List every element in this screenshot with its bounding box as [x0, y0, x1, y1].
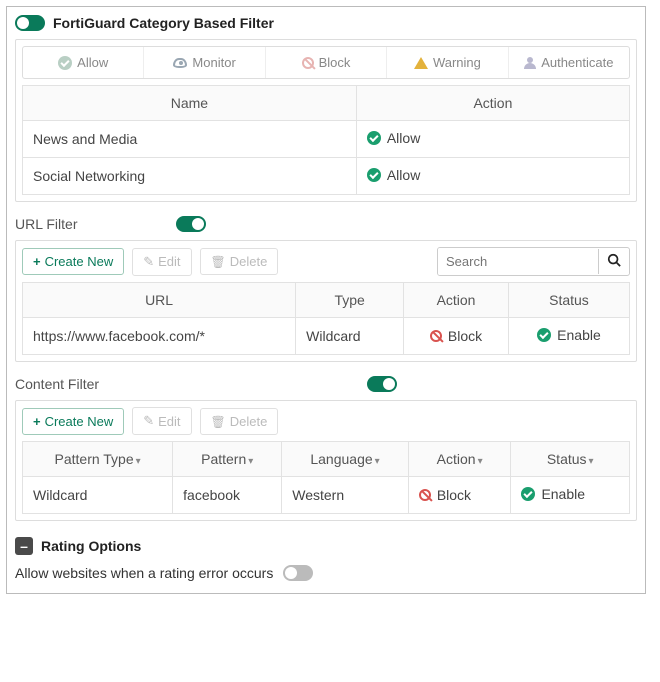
- url-filter-title: URL Filter: [15, 216, 78, 232]
- fortiguard-title: FortiGuard Category Based Filter: [53, 15, 274, 31]
- plus-icon: +: [33, 414, 41, 429]
- col-action: Action: [404, 283, 509, 318]
- action-warning-button[interactable]: Warning: [387, 47, 508, 78]
- url-filter-table: URL Type Action Status https://www.faceb…: [22, 282, 630, 355]
- col-pattern-type[interactable]: Pattern Type: [23, 442, 173, 477]
- content-filter-box: + Create New Edit Delete Pattern Type Pa…: [15, 400, 637, 521]
- url-filter-toggle[interactable]: [176, 216, 206, 232]
- delete-button[interactable]: Delete: [200, 408, 279, 435]
- trash-icon: [211, 254, 226, 269]
- table-row[interactable]: News and Media Allow: [23, 121, 630, 158]
- col-type: Type: [296, 283, 404, 318]
- content-filter-header: Content Filter: [15, 376, 637, 392]
- sort-icon: [134, 451, 141, 467]
- search-icon: [607, 253, 621, 267]
- col-action[interactable]: Action: [408, 442, 511, 477]
- content-filter-title: Content Filter: [15, 376, 99, 392]
- fortiguard-table: Name Action News and Media Allow Social …: [22, 85, 630, 195]
- sort-icon: [246, 451, 253, 467]
- sort-icon: [373, 451, 380, 467]
- col-url: URL: [23, 283, 296, 318]
- plus-icon: +: [33, 254, 41, 269]
- search-button[interactable]: [598, 249, 629, 274]
- trash-icon: [211, 414, 226, 429]
- block-icon: [302, 57, 314, 69]
- search-input[interactable]: [438, 248, 598, 275]
- fortiguard-header: FortiGuard Category Based Filter: [15, 15, 637, 31]
- block-icon: [419, 489, 431, 501]
- pencil-icon: [143, 254, 154, 270]
- col-status: Status: [508, 283, 629, 318]
- col-action: Action: [356, 86, 629, 121]
- action-block-button[interactable]: Block: [266, 47, 387, 78]
- pencil-icon: [143, 413, 154, 429]
- edit-button[interactable]: Edit: [132, 407, 191, 435]
- delete-button[interactable]: Delete: [200, 248, 279, 275]
- fortiguard-action-bar: Allow Monitor Block Warning Authenticate: [22, 46, 630, 79]
- action-monitor-button[interactable]: Monitor: [144, 47, 265, 78]
- rating-options-header: – Rating Options: [15, 537, 637, 555]
- table-row[interactable]: https://www.facebook.com/* Wildcard Bloc…: [23, 318, 630, 355]
- content-filter-toolbar: + Create New Edit Delete: [22, 407, 630, 435]
- edit-button[interactable]: Edit: [132, 248, 191, 276]
- url-filter-header: URL Filter: [15, 216, 637, 232]
- monitor-icon: [173, 58, 187, 68]
- url-filter-box: + Create New Edit Delete URL Type: [15, 240, 637, 362]
- rating-option-toggle[interactable]: [283, 565, 313, 581]
- action-allow-button[interactable]: Allow: [23, 47, 144, 78]
- allow-icon: [58, 56, 72, 70]
- url-filter-toolbar: + Create New Edit Delete: [22, 247, 630, 276]
- sort-icon: [476, 451, 483, 467]
- rating-option-row: Allow websites when a rating error occur…: [15, 565, 637, 581]
- fortiguard-toggle[interactable]: [15, 15, 45, 31]
- webfilter-panel: FortiGuard Category Based Filter Allow M…: [6, 6, 646, 594]
- rating-option-label: Allow websites when a rating error occur…: [15, 565, 273, 581]
- create-new-button[interactable]: + Create New: [22, 408, 124, 435]
- col-pattern[interactable]: Pattern: [173, 442, 282, 477]
- authenticate-icon: [524, 57, 536, 69]
- enable-icon: [537, 328, 551, 342]
- table-row[interactable]: Wildcard facebook Western Block Enable: [23, 477, 630, 514]
- allow-icon: [367, 168, 381, 182]
- table-row[interactable]: Social Networking Allow: [23, 158, 630, 195]
- rating-options-title: Rating Options: [41, 538, 141, 554]
- content-filter-toggle[interactable]: [367, 376, 397, 392]
- block-icon: [430, 330, 442, 342]
- col-name: Name: [23, 86, 357, 121]
- allow-icon: [367, 131, 381, 145]
- action-authenticate-button[interactable]: Authenticate: [509, 47, 629, 78]
- col-language[interactable]: Language: [282, 442, 409, 477]
- warning-icon: [414, 57, 428, 69]
- enable-icon: [521, 487, 535, 501]
- collapse-icon[interactable]: –: [15, 537, 33, 555]
- create-new-button[interactable]: + Create New: [22, 248, 124, 275]
- content-filter-table: Pattern Type Pattern Language Action Sta…: [22, 441, 630, 514]
- fortiguard-box: Allow Monitor Block Warning Authenticate…: [15, 39, 637, 202]
- search-wrap: [437, 247, 630, 276]
- sort-icon: [587, 451, 594, 467]
- col-status[interactable]: Status: [511, 442, 630, 477]
